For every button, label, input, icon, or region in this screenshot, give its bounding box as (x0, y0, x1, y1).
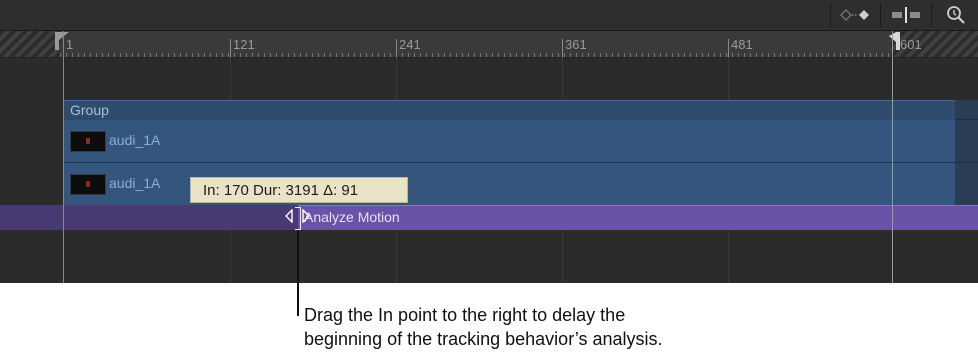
callout-line-1: Drag the In point to the right to delay … (304, 305, 626, 325)
layer-track[interactable]: audi_1A (63, 120, 955, 163)
callout-line-2: beginning of the tracking behavior’s ana… (304, 329, 663, 349)
behavior-bar[interactable]: Analyze Motion (298, 205, 978, 230)
trim-tooltip: In: 170 Dur: 3191 Δ: 91 (190, 177, 408, 203)
play-range-end-line (892, 31, 893, 283)
behavior-label: Analyze Motion (304, 209, 400, 225)
zoom-button[interactable] (931, 3, 978, 27)
major-tick (562, 39, 563, 57)
layer-label: audi_1A (109, 132, 161, 148)
layer-label: audi_1A (109, 175, 161, 191)
callout-text: Drag the In point to the right to delay … (304, 303, 784, 351)
zoom-icon (946, 6, 965, 24)
timeline-panel: 1 121 241 361 481 601 Group audi_1A audi… (0, 0, 978, 283)
minor-ticks (60, 53, 891, 57)
play-range-start-line (63, 31, 64, 283)
in-point-handle[interactable] (295, 207, 301, 230)
play-range-out-marker-icon[interactable] (888, 31, 902, 51)
group-track[interactable]: Group (63, 100, 955, 121)
layer-thumbnail (70, 131, 106, 152)
trim-left-arrow-icon (285, 209, 293, 223)
timeline-toolbar (0, 0, 978, 31)
layer-thumbnail (70, 174, 106, 195)
major-tick (230, 39, 231, 57)
time-ruler[interactable]: 1 121 241 361 481 601 (0, 31, 978, 58)
track-end-area (955, 163, 978, 205)
major-tick (728, 39, 729, 57)
snapping-icon (892, 7, 920, 23)
group-label: Group (70, 102, 109, 118)
track-end-area (955, 120, 978, 162)
keyframe-navigation-button[interactable] (830, 3, 879, 27)
out-of-range-hatch-left (0, 31, 60, 57)
snapping-button[interactable] (880, 3, 931, 27)
ruler-label: 121 (233, 37, 255, 52)
ruler-label: 361 (565, 37, 587, 52)
callout-line (297, 231, 299, 316)
ruler-label: 481 (731, 37, 753, 52)
trim-right-arrow-icon (302, 209, 310, 223)
track-end-area (955, 100, 978, 119)
ruler-label: 241 (399, 37, 421, 52)
major-tick (396, 39, 397, 57)
keyframe-navigation-icon (840, 9, 869, 21)
ruler-label: 601 (900, 37, 922, 52)
